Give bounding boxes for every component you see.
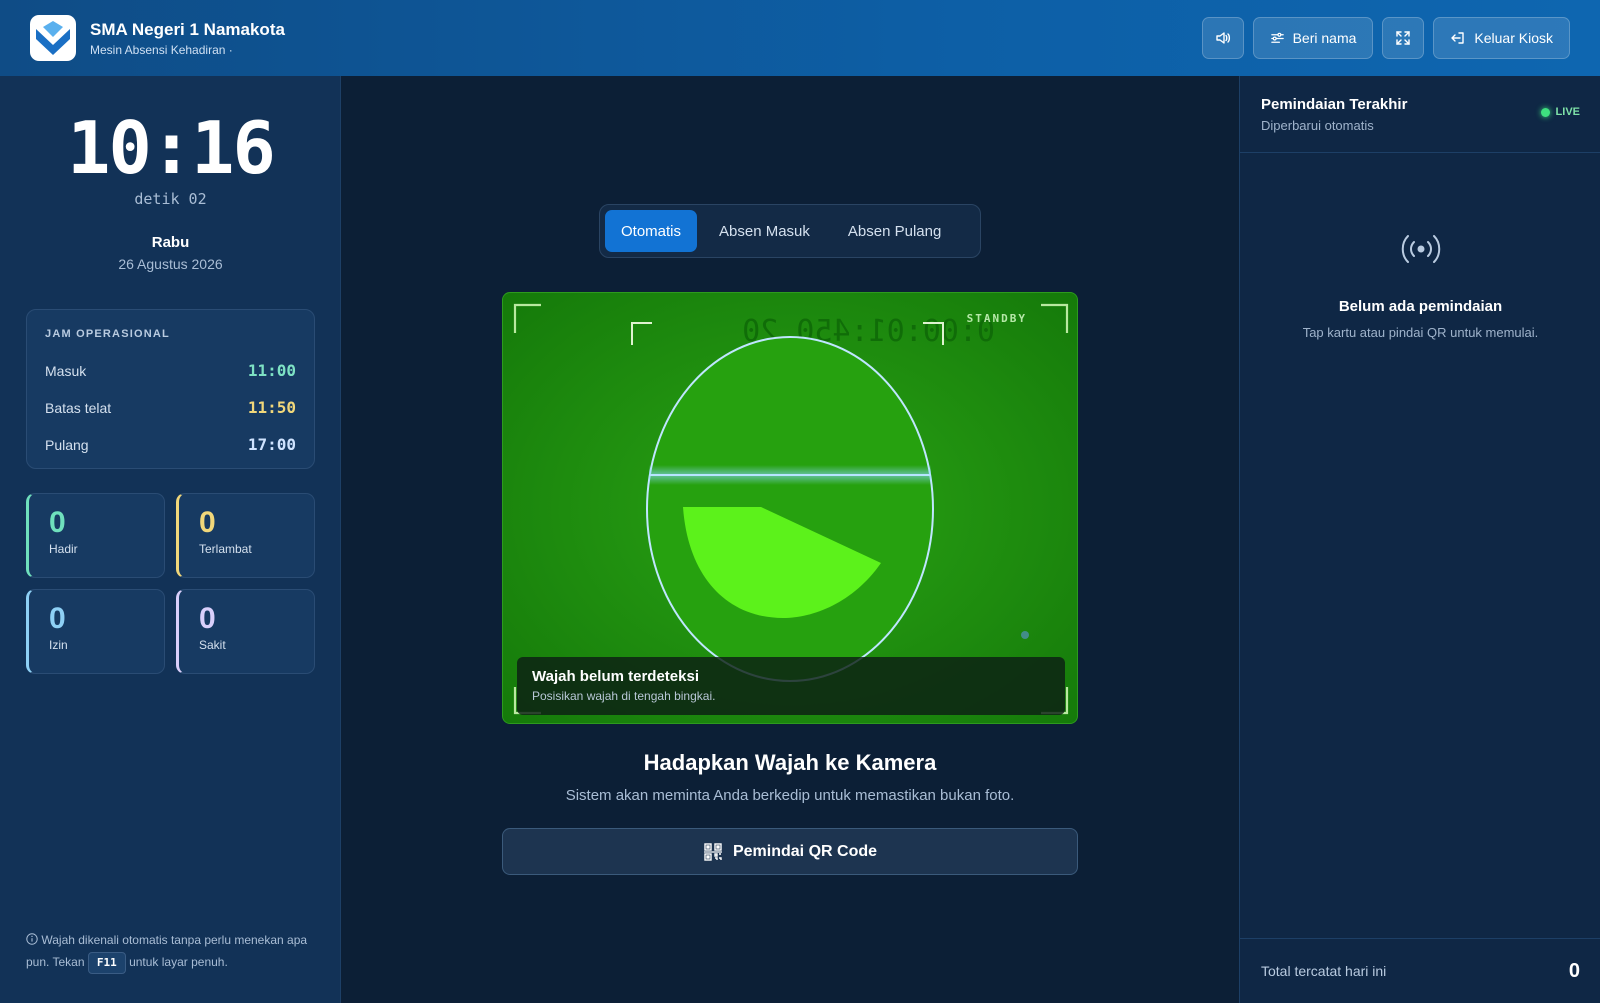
clock-day: Rabu xyxy=(151,234,190,251)
recent-scans-title: Pemindaian Terakhir xyxy=(1261,96,1408,113)
mode-check-out-tab[interactable]: Absen Pulang xyxy=(832,210,957,252)
instruction-title: Hadapkan Wajah ke Kamera xyxy=(643,750,937,775)
footnote: Wajah dikenali otomatis tanpa perlu mene… xyxy=(26,929,316,974)
stat-value: 0 xyxy=(49,602,66,635)
stat-value: 0 xyxy=(199,506,216,539)
live-dot xyxy=(1540,107,1550,117)
instruction-subtitle: Sistem akan meminta Anda berkedip untuk … xyxy=(565,787,1015,804)
stat-card-hadir: 0 Hadir xyxy=(26,493,165,578)
live-indicator: LIVE xyxy=(1540,106,1580,118)
rename-label: Beri nama xyxy=(1292,30,1357,46)
ops-label: Batas telat xyxy=(45,399,112,416)
operational-hours-card: JAM OPERASIONAL Masuk 11:00 Batas telat … xyxy=(26,309,315,469)
mode-check-in-tab[interactable]: Absen Masuk xyxy=(703,210,826,252)
ops-value: 17:00 xyxy=(247,435,296,454)
stat-label: Izin xyxy=(49,638,68,652)
info-icon xyxy=(26,933,38,945)
clock-time: 10:16 xyxy=(67,106,276,190)
expand-icon xyxy=(1396,31,1411,45)
main-area: Otomatis Absen Masuk Absen Pulang 0:00:0… xyxy=(341,76,1239,1003)
mode-switch: Otomatis Absen Masuk Absen Pulang xyxy=(599,204,981,258)
ops-row-pulang: Pulang 17:00 xyxy=(45,426,296,463)
speaker-icon xyxy=(1215,32,1230,44)
qr-code-icon xyxy=(703,842,722,861)
stat-value: 0 xyxy=(49,506,66,539)
camera-status-tag: STANDBY xyxy=(966,312,1027,325)
left-panel: 10:16 detik 02 Rabu 26 Agustus 2026 JAM … xyxy=(0,76,341,1003)
exit-label: Keluar Kiosk xyxy=(1474,30,1553,46)
logout-icon xyxy=(1451,32,1465,44)
ops-value: 11:50 xyxy=(247,398,296,417)
recent-scans-subtitle: Diperbarui otomatis xyxy=(1261,118,1374,133)
clock-seconds: detik 02 xyxy=(134,190,207,208)
ops-label: Pulang xyxy=(45,436,89,453)
header-actions: Beri nama Keluar Kiosk xyxy=(1201,17,1570,59)
broadcast-icon xyxy=(1401,235,1440,263)
stat-label: Terlambat xyxy=(199,542,252,556)
stat-card-izin: 0 Izin xyxy=(26,589,165,674)
camera-viewport: 0:00:01:450 20 STANDBY Wajah belum terde… xyxy=(502,292,1078,724)
face-hint-subtitle: Posisikan wajah di tengah bingkai. xyxy=(532,689,716,703)
empty-state-icon-wrap xyxy=(1240,231,1600,267)
stat-label: Sakit xyxy=(199,638,226,652)
ops-row-masuk: Masuk 11:00 xyxy=(45,352,296,389)
total-today-value: 0 xyxy=(1568,959,1580,982)
fullscreen-button[interactable] xyxy=(1382,17,1425,59)
brand-block: SMA Negeri 1 Namakota Mesin Absensi Keha… xyxy=(90,20,285,57)
face-hint-box: Wajah belum terdeteksi Posisikan wajah d… xyxy=(517,657,1065,715)
operational-hours-title: JAM OPERASIONAL xyxy=(45,328,170,340)
stat-card-sakit: 0 Sakit xyxy=(176,589,315,674)
qr-scanner-button[interactable]: Pemindai QR Code xyxy=(502,828,1078,875)
school-name: SMA Negeri 1 Namakota xyxy=(90,19,285,39)
school-logo xyxy=(30,15,76,61)
stat-card-terlambat: 0 Terlambat xyxy=(176,493,315,578)
indicator-dot xyxy=(1021,631,1029,639)
top-header: SMA Negeri 1 Namakota Mesin Absensi Keha… xyxy=(0,0,1600,76)
stat-value: 0 xyxy=(199,602,216,635)
recent-scans-panel: Pemindaian Terakhir Diperbarui otomatis … xyxy=(1239,76,1600,1003)
footnote-text-after: untuk layar penuh. xyxy=(129,955,228,969)
rename-button[interactable]: Beri nama xyxy=(1252,17,1374,59)
ops-row-late-limit: Batas telat 11:50 xyxy=(45,389,296,426)
qr-scanner-label: Pemindai QR Code xyxy=(732,842,878,860)
sliders-icon xyxy=(1270,32,1284,43)
empty-state-title: Belum ada pemindaian xyxy=(1338,298,1503,315)
live-label: LIVE xyxy=(1555,106,1580,118)
recent-scans-header: Pemindaian Terakhir Diperbarui otomatis … xyxy=(1240,76,1600,153)
app-subtitle: Mesin Absensi Kehadiran · xyxy=(90,42,233,57)
sound-button[interactable] xyxy=(1201,17,1244,59)
stat-label: Hadir xyxy=(49,542,78,556)
ops-label: Masuk xyxy=(45,362,87,379)
exit-kiosk-button[interactable]: Keluar Kiosk xyxy=(1433,17,1570,59)
face-hint-title: Wajah belum terdeteksi xyxy=(532,668,699,685)
total-today-label: Total tercatat hari ini xyxy=(1261,963,1387,979)
f11-key: F11 xyxy=(87,952,126,974)
total-today-bar: Total tercatat hari ini 0 xyxy=(1240,938,1600,1003)
mode-auto-tab[interactable]: Otomatis xyxy=(605,210,698,252)
ops-value: 11:00 xyxy=(247,361,296,380)
empty-state-subtitle: Tap kartu atau pindai QR untuk memulai. xyxy=(1302,325,1539,340)
clock-date: 26 Agustus 2026 xyxy=(118,256,223,272)
